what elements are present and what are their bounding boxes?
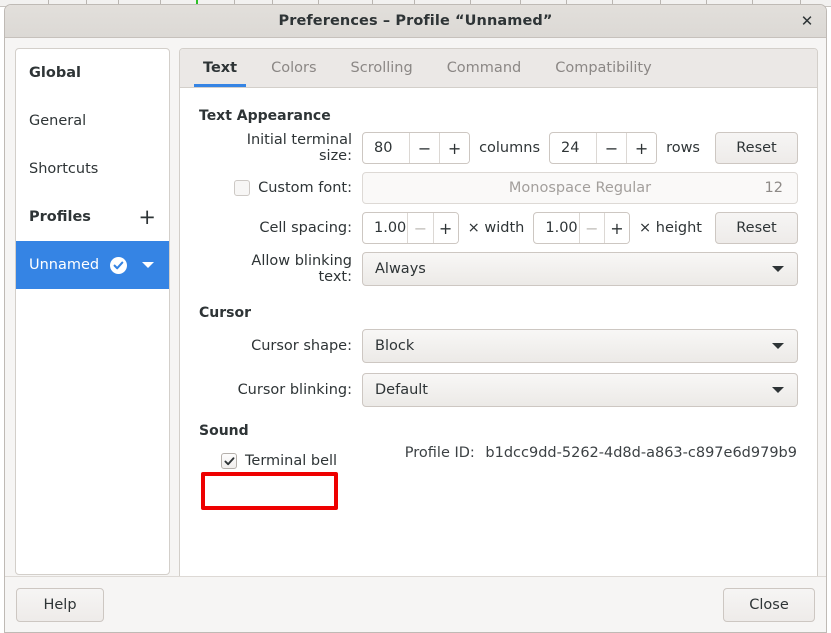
cell-spacing-label: Cell spacing: bbox=[259, 220, 352, 236]
cell-width-unit-label: × width bbox=[467, 220, 525, 236]
cursor-blinking-combo[interactable]: Default bbox=[362, 373, 798, 407]
cursor-blinking-value: Default bbox=[375, 382, 428, 398]
sidebar-header-profiles-label: Profiles bbox=[29, 209, 91, 225]
rows-spinner[interactable]: 24 − + bbox=[549, 132, 658, 164]
tab-command-label: Command bbox=[446, 60, 522, 76]
close-glyph: ✕ bbox=[800, 12, 814, 30]
cursor-shape-value: Block bbox=[375, 338, 415, 354]
section-cursor: Cursor bbox=[199, 305, 252, 321]
columns-minus-button[interactable]: − bbox=[409, 133, 440, 163]
columns-spinner[interactable]: 80 − + bbox=[362, 132, 471, 164]
sidebar-item-unnamed[interactable]: Unnamed bbox=[16, 241, 169, 289]
close-button[interactable]: Close bbox=[723, 588, 815, 622]
cell-height-plus-button[interactable]: + bbox=[603, 213, 630, 243]
sidebar-item-general[interactable]: General bbox=[16, 97, 169, 145]
footer-bar: Help Close bbox=[5, 576, 826, 632]
chevron-down-icon bbox=[772, 266, 784, 272]
profile-id-line: Profile ID: b1dcc9dd-5262-4d8d-a863-c897… bbox=[405, 445, 797, 461]
preferences-window: Preferences – Profile “Unnamed” ✕ Global… bbox=[4, 4, 827, 633]
profile-menu-chevron-down-icon[interactable] bbox=[142, 262, 155, 268]
tab-scrolling-label: Scrolling bbox=[350, 60, 413, 76]
cell-spacing-reset-button[interactable]: Reset bbox=[715, 212, 798, 244]
allow-blinking-text-value: Always bbox=[375, 261, 426, 277]
cursor-shape-label: Cursor shape: bbox=[251, 338, 352, 354]
cell-height-unit-label: × height bbox=[639, 220, 702, 236]
cell-height-spinner[interactable]: 1.00 − + bbox=[533, 212, 631, 244]
allow-blinking-text-combo[interactable]: Always bbox=[362, 252, 798, 286]
tab-command[interactable]: Command bbox=[430, 49, 539, 87]
row-cell-spacing: Cell spacing: 1.00 − + × width 1.00 − + … bbox=[199, 212, 798, 244]
cell-height-value[interactable]: 1.00 bbox=[534, 213, 578, 243]
sidebar-item-general-label: General bbox=[29, 113, 87, 129]
row-allow-blinking-text: Allow blinking text: Always bbox=[199, 252, 798, 286]
row-custom-font: Custom font: Monospace Regular 12 bbox=[199, 172, 798, 204]
terminal-size-reset-button[interactable]: Reset bbox=[715, 132, 798, 164]
row-cursor-shape: Cursor shape: Block bbox=[199, 329, 798, 363]
sidebar-header-global-label: Global bbox=[29, 65, 81, 81]
allow-blinking-text-label: Allow blinking text: bbox=[251, 253, 352, 285]
close-icon[interactable]: ✕ bbox=[794, 9, 820, 34]
tab-scrolling[interactable]: Scrolling bbox=[334, 49, 430, 87]
columns-value[interactable]: 80 bbox=[363, 133, 409, 163]
help-button[interactable]: Help bbox=[16, 588, 104, 622]
profile-id-label: Profile ID: bbox=[404, 445, 475, 461]
profile-id-value: b1dcc9dd-5262-4d8d-a863-c897e6d979b9 bbox=[485, 445, 797, 461]
cell-width-plus-button[interactable]: + bbox=[432, 213, 458, 243]
window-body: Global General Shortcuts Profiles + Unna… bbox=[5, 38, 826, 614]
rows-unit-label: rows bbox=[666, 140, 700, 156]
tab-text[interactable]: Text bbox=[186, 49, 254, 87]
tab-colors-label: Colors bbox=[271, 60, 317, 76]
tab-compatibility[interactable]: Compatibility bbox=[538, 49, 668, 87]
sidebar-header-global: Global bbox=[16, 49, 169, 97]
rows-value[interactable]: 24 bbox=[550, 133, 596, 163]
initial-terminal-size-label: Initial terminal size: bbox=[246, 132, 352, 164]
columns-unit-label: columns bbox=[479, 140, 540, 156]
sidebar-header-profiles: Profiles + bbox=[16, 193, 169, 241]
cell-width-value[interactable]: 1.00 bbox=[363, 213, 407, 243]
sidebar: Global General Shortcuts Profiles + Unna… bbox=[15, 48, 170, 575]
cell-width-minus-button[interactable]: − bbox=[407, 213, 433, 243]
cell-width-spinner[interactable]: 1.00 − + bbox=[362, 212, 459, 244]
rows-plus-button[interactable]: + bbox=[626, 133, 657, 163]
section-sound: Sound bbox=[199, 423, 249, 439]
terminal-bell-label: Terminal bell bbox=[245, 453, 338, 469]
custom-font-name: Monospace Regular bbox=[508, 180, 652, 196]
add-profile-icon[interactable]: + bbox=[138, 206, 156, 228]
custom-font-checkbox[interactable] bbox=[234, 180, 251, 196]
terminal-bell-checkbox[interactable] bbox=[221, 453, 237, 469]
sidebar-item-shortcuts-label: Shortcuts bbox=[29, 161, 99, 177]
titlebar: Preferences – Profile “Unnamed” ✕ bbox=[5, 5, 826, 38]
window-title: Preferences – Profile “Unnamed” bbox=[278, 13, 553, 29]
content-pane: Text Colors Scrolling Command Compatibil… bbox=[179, 48, 818, 614]
tab-compatibility-label: Compatibility bbox=[555, 60, 652, 76]
custom-font-entry[interactable]: Monospace Regular 12 bbox=[362, 172, 798, 204]
custom-font-label-group: Custom font: bbox=[215, 180, 362, 196]
sidebar-item-shortcuts[interactable]: Shortcuts bbox=[16, 145, 169, 193]
row-initial-terminal-size: Initial terminal size: 80 − + columns 24… bbox=[199, 132, 798, 164]
cell-height-minus-button[interactable]: − bbox=[578, 213, 604, 243]
tab-bar: Text Colors Scrolling Command Compatibil… bbox=[180, 49, 817, 88]
tab-text-label: Text bbox=[203, 60, 238, 76]
cursor-blinking-label: Cursor blinking: bbox=[237, 382, 352, 398]
rows-minus-button[interactable]: − bbox=[596, 133, 627, 163]
row-cursor-blinking: Cursor blinking: Default bbox=[199, 373, 798, 407]
chevron-down-icon bbox=[772, 343, 784, 349]
tab-colors[interactable]: Colors bbox=[254, 49, 333, 87]
default-profile-check-icon bbox=[110, 256, 128, 274]
cursor-shape-combo[interactable]: Block bbox=[362, 329, 798, 363]
sidebar-item-unnamed-label: Unnamed bbox=[29, 257, 100, 273]
columns-plus-button[interactable]: + bbox=[439, 133, 470, 163]
text-tab-panel: Text Appearance Initial terminal size: 8… bbox=[180, 88, 817, 475]
chevron-down-icon bbox=[772, 387, 784, 393]
section-text-appearance: Text Appearance bbox=[199, 108, 331, 124]
custom-font-label: Custom font: bbox=[258, 180, 352, 196]
